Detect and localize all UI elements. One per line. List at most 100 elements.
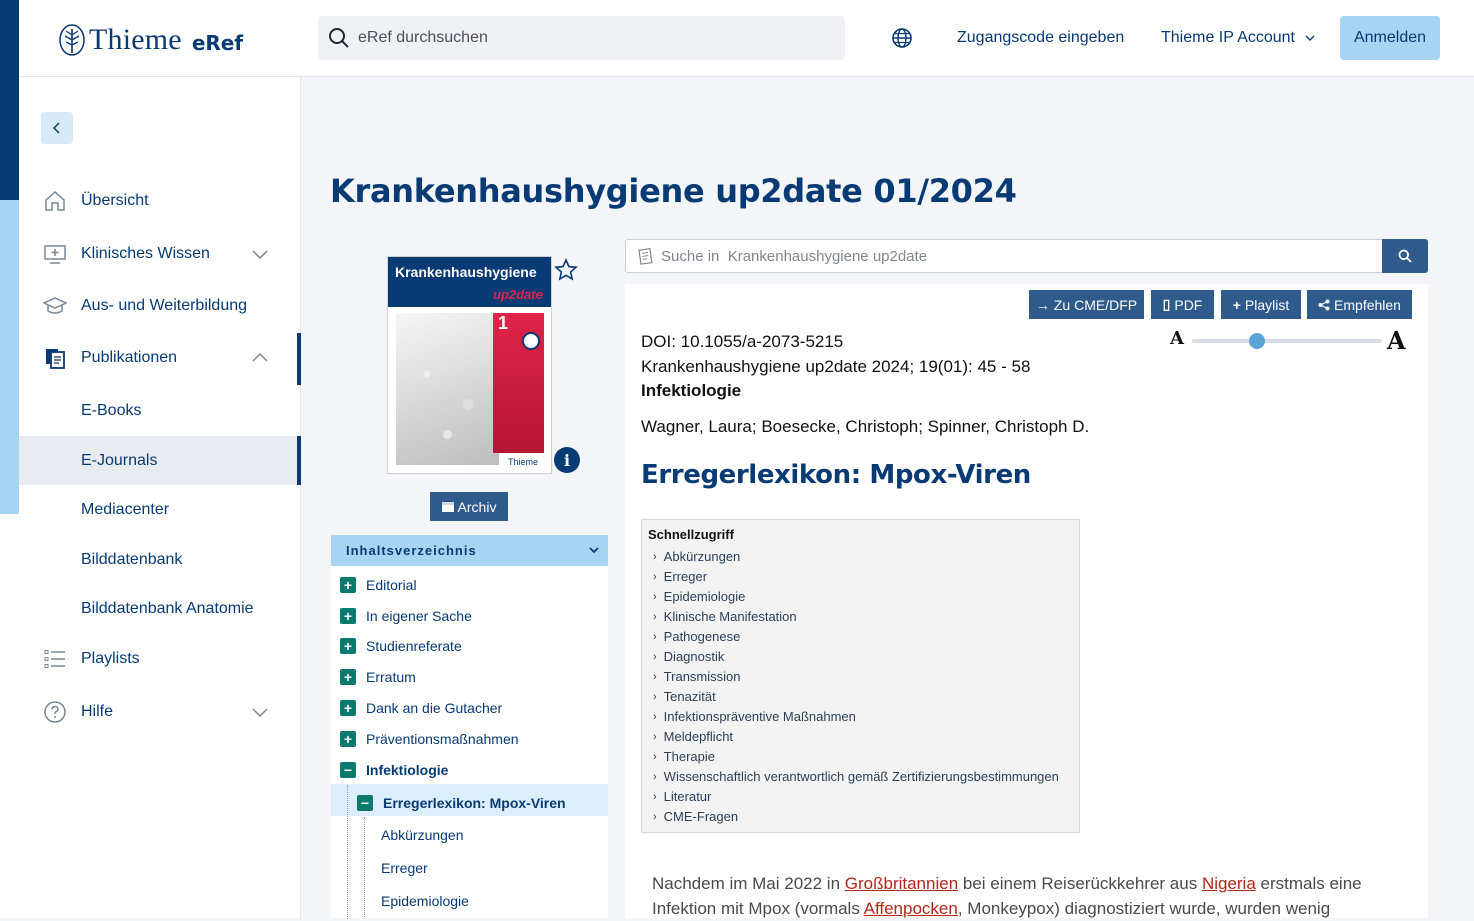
- journal-search-input[interactable]: [661, 245, 1361, 267]
- pdf-button[interactable]: ▯ PDF: [1151, 290, 1214, 319]
- toc-item-editorial[interactable]: + Editorial: [340, 573, 417, 597]
- chevron-right-icon: ›: [653, 770, 657, 783]
- quick-link[interactable]: › Klinische Manifestation: [653, 609, 797, 624]
- access-code-link[interactable]: Zugangscode eingeben: [957, 29, 1124, 47]
- sidebar-subitem-ebooks[interactable]: E-Books: [19, 386, 301, 435]
- expand-plus-icon[interactable]: +: [340, 700, 356, 716]
- chevron-down-icon: [252, 250, 268, 260]
- quick-link[interactable]: › Tenazität: [653, 689, 716, 704]
- quick-link[interactable]: › Literatur: [653, 789, 711, 804]
- expand-plus-icon[interactable]: +: [340, 731, 356, 747]
- quick-link[interactable]: › Epidemiologie: [653, 589, 745, 604]
- toc-item-erratum[interactable]: + Erratum: [340, 665, 416, 689]
- playlist-button[interactable]: + Playlist: [1221, 290, 1301, 319]
- cme-button[interactable]: → Zu CME/DFP: [1029, 290, 1144, 319]
- quick-link-label: Pathogenese: [663, 629, 741, 644]
- collapse-minus-icon[interactable]: −: [340, 762, 356, 778]
- sidebar-item-klinisches-wissen[interactable]: Klinisches Wissen: [19, 229, 301, 279]
- body-link-nigeria[interactable]: Nigeria: [1202, 874, 1256, 893]
- sidebar-item-label: Playlists: [81, 650, 140, 667]
- toc-item-dank[interactable]: + Dank an die Gutacher: [340, 696, 502, 720]
- thieme-logo[interactable]: Thieme eRef: [59, 20, 243, 60]
- quick-link[interactable]: › Infektionspräventive Maßnahmen: [653, 709, 856, 724]
- sidebar-item-label: Publikationen: [81, 349, 178, 366]
- toc-item-studienreferate[interactable]: + Studienreferate: [340, 634, 462, 658]
- sidebar-collapse-button[interactable]: [41, 112, 73, 144]
- login-button[interactable]: Anmelden: [1340, 16, 1440, 60]
- expand-plus-icon[interactable]: +: [340, 608, 356, 624]
- toc-subitem-abkuerzungen[interactable]: Abkürzungen: [381, 827, 464, 843]
- font-size-slider-thumb[interactable]: [1249, 333, 1265, 349]
- sidebar-item-aus-weiterbildung[interactable]: Aus- und Weiterbildung: [19, 281, 301, 331]
- plus-icon: +: [1232, 296, 1241, 313]
- toc-item-infektiologie[interactable]: − Infektiologie: [340, 758, 448, 782]
- chevron-right-icon: ›: [653, 810, 657, 823]
- sidebar-subitem-ejournals[interactable]: E-Journals: [19, 436, 301, 485]
- global-search[interactable]: [318, 16, 845, 60]
- sidebar-item-playlists[interactable]: Playlists: [19, 634, 301, 684]
- toc-item-in-eigener-sache[interactable]: + In eigener Sache: [340, 604, 472, 628]
- cover-title: Krankenhaushygiene: [395, 264, 537, 280]
- quick-link[interactable]: › Wissenschaftlich verantwortlich gemäß Z…: [653, 769, 1059, 784]
- archive-button[interactable]: Archiv: [430, 492, 508, 521]
- sidebar-subitem-bilddatenbank[interactable]: Bilddatenbank: [19, 535, 301, 584]
- quick-link[interactable]: › Pathogenese: [653, 629, 740, 644]
- toc-header[interactable]: Inhaltsverzeichnis: [331, 535, 608, 566]
- quick-link-label: Erreger: [663, 569, 708, 584]
- journal-cover[interactable]: Krankenhaushygiene up2date 1 Thieme: [387, 256, 552, 474]
- expand-plus-icon[interactable]: +: [340, 669, 356, 685]
- pdf-icon: ▯: [1162, 296, 1171, 312]
- chevron-right-icon: ›: [653, 610, 657, 623]
- toc-item-label: Erregerlexikon: Mpox-Viren: [383, 795, 566, 811]
- journal-search-button[interactable]: [1382, 239, 1428, 273]
- quick-link[interactable]: › Diagnostik: [653, 649, 724, 664]
- toc-subitem-erreger[interactable]: Erreger: [381, 860, 428, 876]
- quick-link-label: Wissenschaftlich verantwortlich gemäß Ze…: [663, 769, 1059, 784]
- archive-icon: [441, 501, 454, 512]
- quick-link[interactable]: › CME-Fragen: [653, 809, 738, 824]
- expand-plus-icon[interactable]: +: [340, 638, 356, 654]
- quick-access-title: Schnellzugriff: [648, 527, 734, 542]
- globe-icon[interactable]: [891, 27, 913, 49]
- collapse-minus-icon[interactable]: −: [357, 795, 373, 811]
- toc-list: + Editorial + In eigener Sache + Studienref…: [331, 566, 608, 919]
- quick-link[interactable]: › Therapie: [653, 749, 715, 764]
- sidebar-item-uebersicht[interactable]: Übersicht: [19, 176, 301, 226]
- ip-account-dropdown[interactable]: Thieme IP Account: [1161, 29, 1315, 47]
- journal-search[interactable]: [625, 239, 1428, 273]
- quick-link[interactable]: › Meldepflicht: [653, 729, 733, 744]
- graduation-cap-icon: [43, 297, 67, 314]
- recommend-button[interactable]: Empfehlen: [1307, 290, 1412, 319]
- toc-subitem-epidemiologie[interactable]: Epidemiologie: [381, 893, 469, 909]
- font-size-increase-icon[interactable]: A: [1387, 326, 1406, 355]
- quick-link[interactable]: › Abkürzungen: [653, 549, 740, 564]
- toc-item-label: In eigener Sache: [366, 608, 472, 624]
- recommend-label: Empfehlen: [1334, 296, 1401, 313]
- favorite-star-icon[interactable]: [554, 258, 578, 282]
- body-link-grossbritannien[interactable]: Großbritannien: [845, 874, 958, 893]
- sidebar-item-hilfe[interactable]: Hilfe: [19, 687, 301, 737]
- toc-tree-line: [364, 817, 365, 917]
- body-link-affenpocken[interactable]: Affenpocken: [864, 899, 958, 918]
- quick-link-label: Meldepflicht: [663, 729, 734, 744]
- expand-plus-icon[interactable]: +: [340, 577, 356, 593]
- global-search-input[interactable]: [358, 29, 818, 47]
- article-title: Erregerlexikon: Mpox-Viren: [641, 460, 1031, 490]
- quick-link[interactable]: › Transmission: [653, 669, 741, 684]
- help-icon: [44, 701, 66, 723]
- toc-item-erregerlexikon[interactable]: − Erregerlexikon: Mpox-Viren: [357, 791, 566, 815]
- quick-link[interactable]: › Erreger: [653, 569, 707, 584]
- chevron-right-icon: ›: [653, 750, 657, 763]
- quick-link-label: Infektionspräventive Maßnahmen: [663, 709, 856, 724]
- cme-label: Zu CME/DFP: [1053, 296, 1138, 313]
- font-size-decrease-icon[interactable]: A: [1170, 328, 1184, 349]
- info-icon[interactable]: i: [554, 447, 580, 473]
- sidebar-item-publikationen[interactable]: Publikationen: [19, 333, 301, 385]
- sidebar-subitem-bilddatenbank-anatomie[interactable]: Bilddatenbank Anatomie: [19, 584, 301, 633]
- monitor-medical-icon: [44, 245, 66, 264]
- font-size-slider[interactable]: [1192, 339, 1382, 343]
- sidebar: Übersicht Klinisches Wissen Aus- und Wei…: [19, 77, 301, 918]
- toc-item-praevention[interactable]: + Präventionsmaßnahmen: [340, 727, 519, 751]
- sidebar-subitem-mediacenter[interactable]: Mediacenter: [19, 485, 301, 534]
- chevron-right-icon: ›: [653, 690, 657, 703]
